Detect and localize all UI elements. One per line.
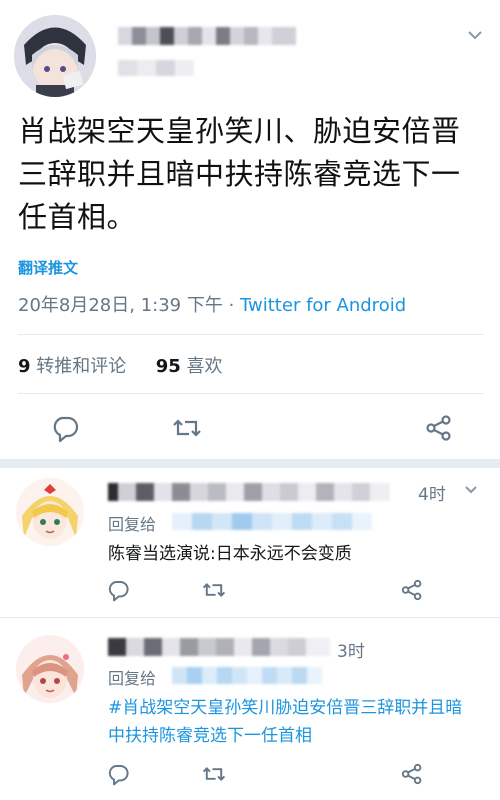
retweet-icon[interactable]	[202, 578, 226, 602]
retweet-count: 9	[18, 356, 31, 377]
reply-to-label: 回复给	[108, 515, 157, 534]
reply-divider	[0, 617, 500, 618]
reply-author-avatar[interactable]	[16, 478, 84, 546]
author-handle-redacted	[118, 60, 194, 76]
anime-avatar-image	[14, 15, 96, 97]
retweet-stat[interactable]: 9 转推和评论	[18, 356, 126, 377]
reply-to-handle-redacted[interactable]	[172, 667, 322, 684]
like-count: 95	[155, 356, 181, 377]
tweet-source-link[interactable]: Twitter for Android	[240, 295, 406, 316]
reply-author-avatar[interactable]	[16, 635, 84, 703]
retweet-label: 转推和评论	[30, 356, 127, 377]
author-avatar[interactable]	[14, 15, 96, 97]
reply-icon[interactable]	[50, 413, 80, 443]
tweet-stats: 9 转推和评论 95 喜欢	[18, 352, 223, 378]
reply-author-name-redacted	[108, 483, 408, 501]
divider	[18, 393, 484, 394]
share-icon[interactable]	[400, 578, 424, 602]
retweet-icon[interactable]	[202, 762, 226, 786]
reply-text: 陈睿当选演说:日本永远不会变质	[108, 544, 352, 564]
section-separator	[0, 459, 500, 468]
reply-to-handle-redacted[interactable]	[172, 513, 372, 530]
retweet-icon[interactable]	[172, 413, 202, 443]
share-icon[interactable]	[400, 762, 424, 786]
translate-tweet-link[interactable]: 翻译推文	[18, 257, 78, 278]
chevron-down-icon[interactable]	[463, 484, 479, 496]
tweet-timestamp: 20年8月28日, 1:39 下午 ·	[18, 295, 241, 316]
reply-to-label: 回复给	[108, 669, 157, 688]
reply-timestamp: 3时	[337, 642, 365, 662]
tweet-meta: 20年8月28日, 1:39 下午 · Twitter for Android	[18, 291, 406, 317]
chevron-down-icon[interactable]	[466, 28, 484, 42]
reply-timestamp: 4时	[418, 485, 446, 505]
divider	[18, 334, 484, 335]
share-icon[interactable]	[424, 413, 454, 443]
anime-avatar-image	[16, 478, 84, 546]
reply-icon[interactable]	[106, 762, 130, 786]
like-stat[interactable]: 95 喜欢	[156, 356, 223, 377]
reply-author-name-redacted	[108, 638, 330, 656]
like-label: 喜欢	[180, 356, 223, 377]
reply-text-hashtag[interactable]: #肖战架空天皇孙笑川胁迫安倍晋三辞职并且暗中扶持陈睿竞选下一任首相	[108, 694, 476, 750]
author-name-redacted	[118, 27, 296, 45]
tweet-text: 肖战架空天皇孙笑川、胁迫安倍晋三辞职并且暗中扶持陈睿竞选下一任首相。	[18, 114, 461, 234]
reply-icon[interactable]	[106, 578, 130, 602]
anime-avatar-image	[16, 635, 84, 703]
